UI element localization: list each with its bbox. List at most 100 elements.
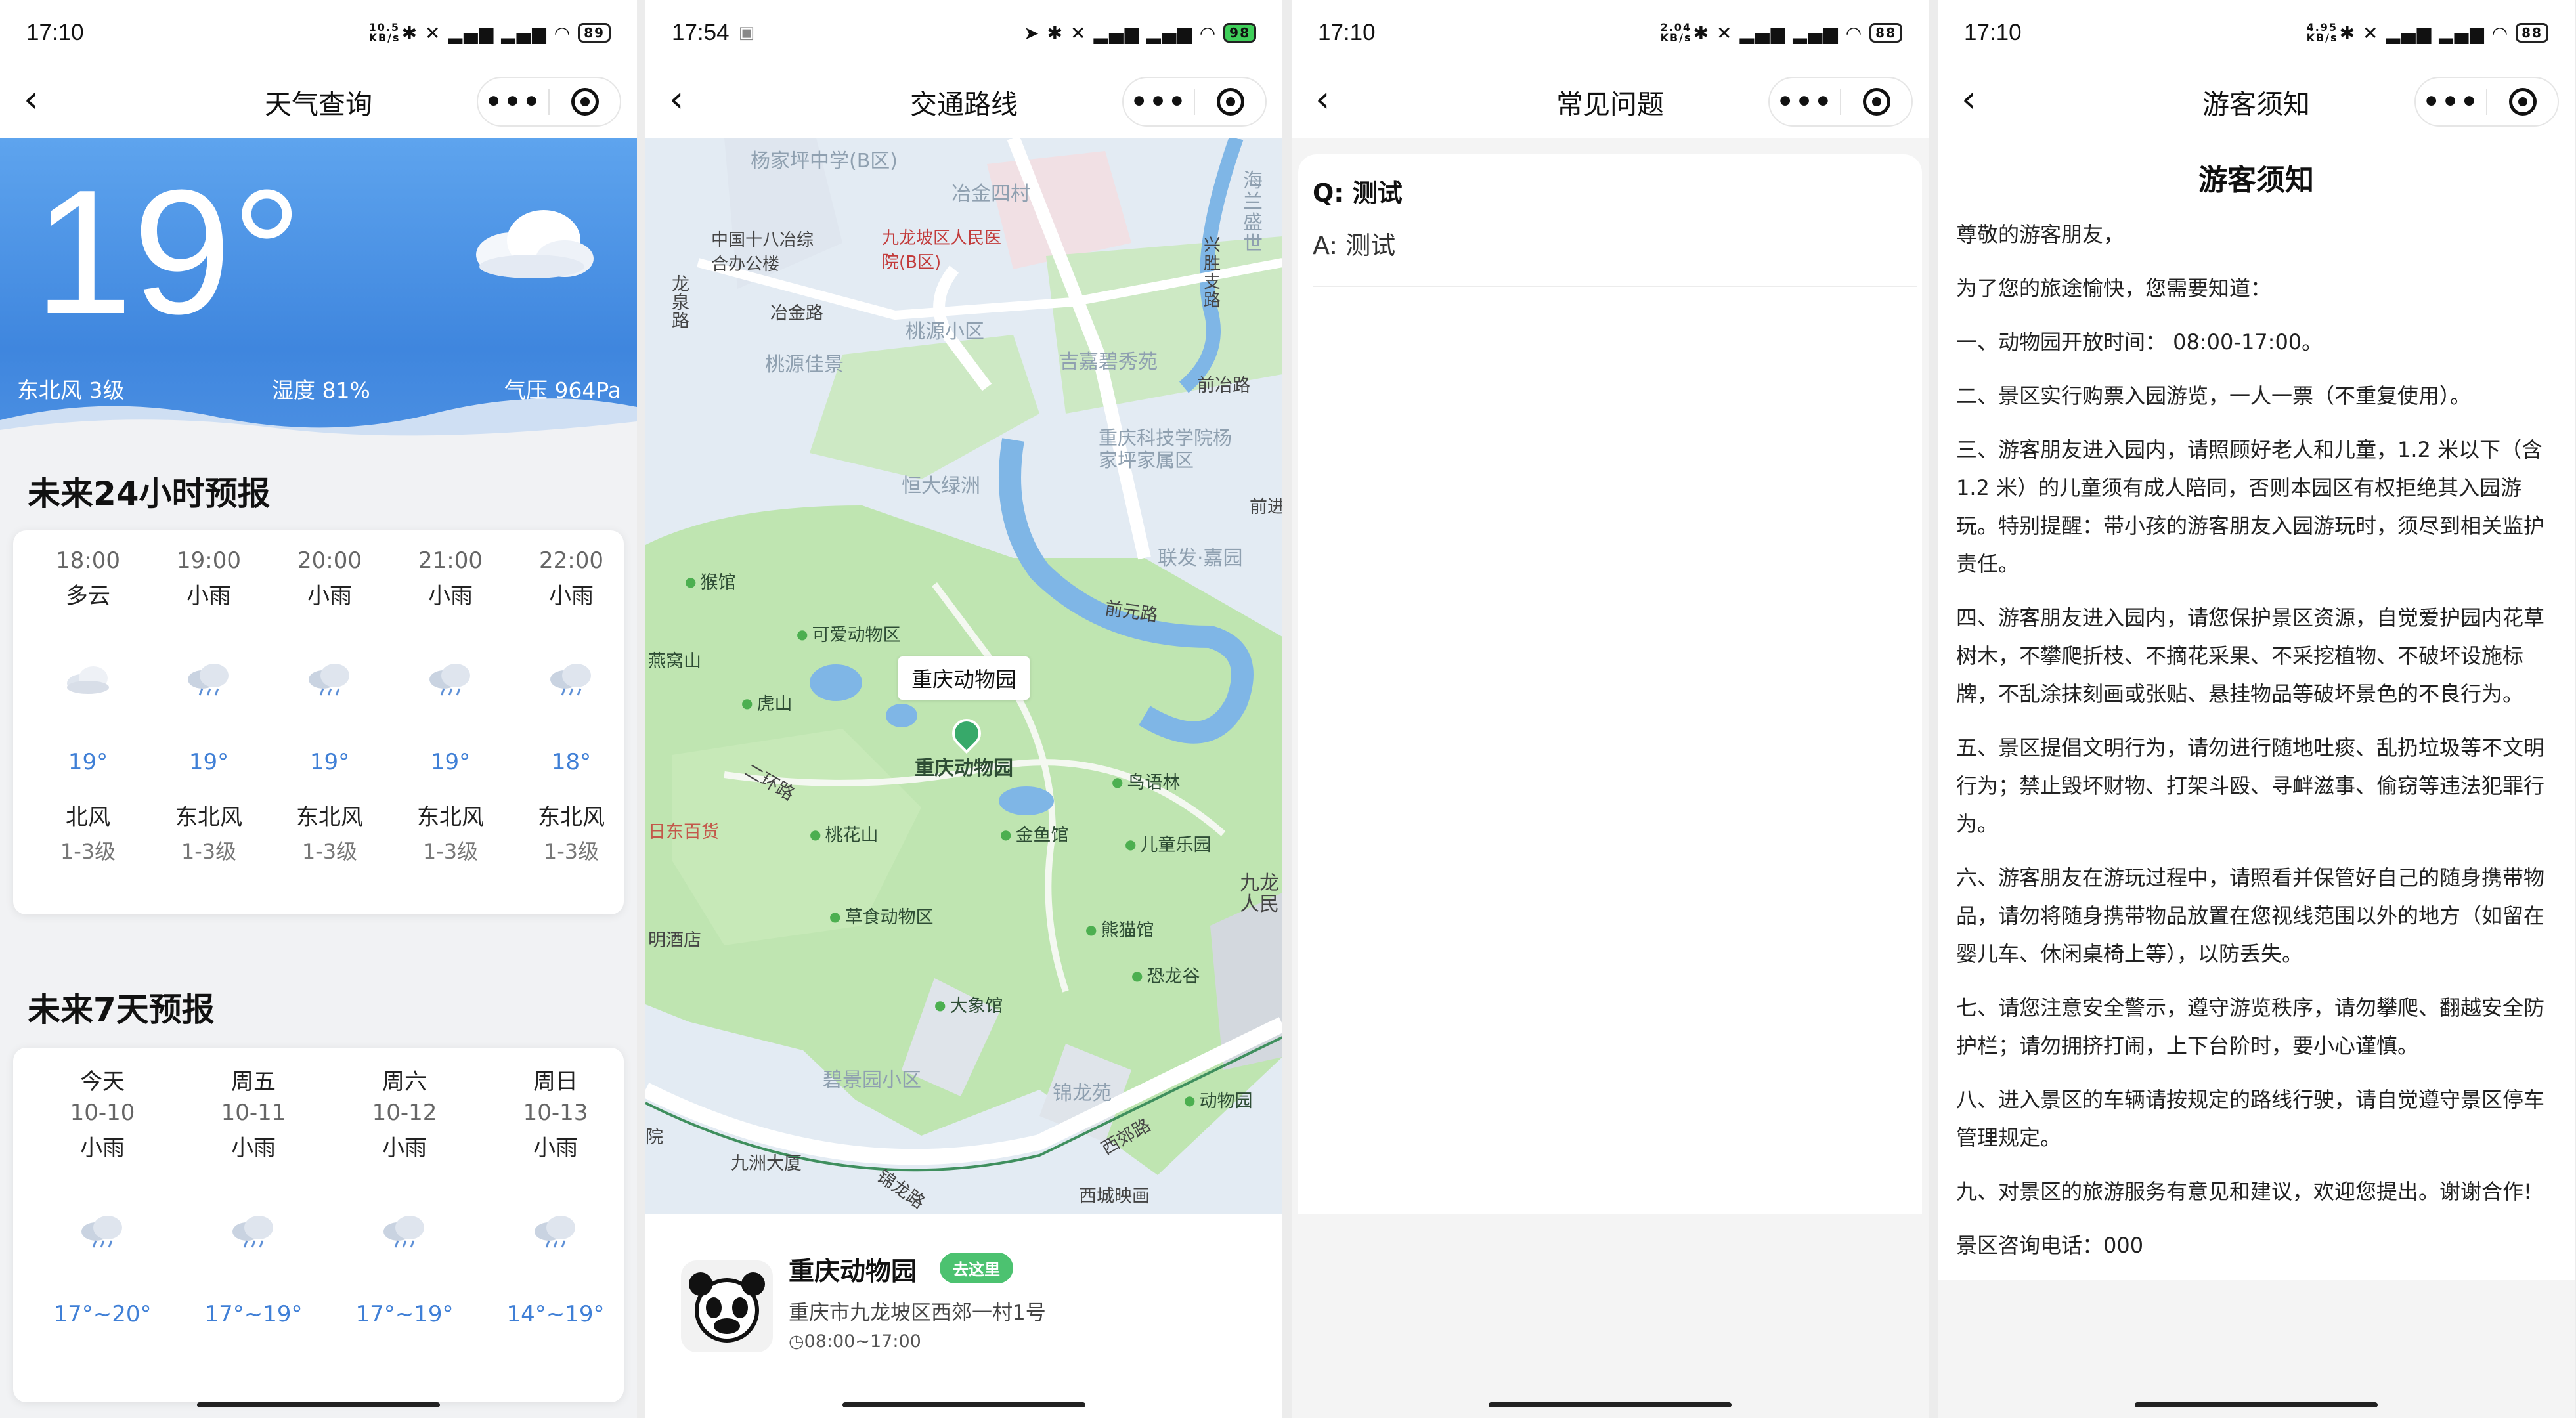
notice-paragraph: 五、景区提倡文明行为，请勿进行随地吐痰、乱扔垃圾等不文明行为；禁止毁坏财物、打架…	[1956, 735, 2545, 836]
nav-bar: ‹ 天气查询 •••	[0, 66, 637, 138]
back-arrow-icon[interactable]: ‹	[1961, 81, 1994, 118]
map-poi[interactable]: 虎山	[741, 689, 792, 715]
home-indicator[interactable]	[2135, 1402, 2378, 1407]
map-poi[interactable]: 动物园	[1184, 1086, 1252, 1112]
more-options-icon[interactable]: •••	[1124, 88, 1194, 116]
nav-bar: ‹ 常见问题 •••	[1292, 66, 1929, 138]
map-label: 九龙坡区人民医院(B区)	[882, 228, 1002, 272]
daily-condition: 小雨	[382, 1135, 427, 1161]
mute-icon: ✕	[1716, 22, 1734, 44]
close-miniprogram-icon[interactable]	[1195, 88, 1265, 116]
close-miniprogram-icon[interactable]	[550, 88, 620, 116]
faq-question[interactable]: Q: 测试	[1313, 173, 1403, 209]
map-label: 联发·嘉园	[1158, 547, 1243, 570]
notice-paragraph: 九、对景区的旅游服务有意见和建议，欢迎您提出。谢谢合作!	[1956, 1179, 2532, 1204]
daily-item: 今天 10-10 小雨 17°~20°	[43, 1048, 162, 1327]
signal-icon-2: ▂▄▆	[1793, 22, 1839, 44]
hourly-forecast-title: 未来24小时预报	[28, 475, 271, 513]
hourly-item: 20:00 小雨 19° 东北风 1-3级	[284, 530, 376, 865]
current-weather-hero: 19° 东北风 3级 湿度 81% 气压 964Pa	[0, 138, 637, 440]
map-label: 龙泉路	[672, 274, 689, 332]
back-arrow-icon[interactable]: ‹	[24, 81, 56, 118]
bluetooth-icon: ✱	[401, 22, 419, 44]
hourly-temp: 19°	[309, 749, 350, 775]
home-indicator[interactable]	[842, 1402, 1085, 1407]
map-poi[interactable]: 可爱动物区	[797, 620, 900, 646]
miniprogram-capsule: •••	[1768, 77, 1913, 127]
map-poi[interactable]: 金鱼馆	[1000, 821, 1068, 846]
daily-day: 今天	[80, 1069, 125, 1095]
network-speed: 10.5 KB/s	[368, 21, 401, 44]
signal-icon: ▂▄▆	[1093, 22, 1141, 44]
map-poi[interactable]: 恐龙谷	[1131, 962, 1200, 987]
route-screen: 17:54 ▣ ➤ ✱ ✕ ▂▄▆ ▂▄▆ ◠ 98 ‹ 交通路线 ••• 杨家…	[645, 0, 1282, 1418]
map-poi[interactable]: 大象馆	[934, 991, 1003, 1017]
back-arrow-icon[interactable]: ‹	[1315, 81, 1348, 118]
map-label: 九龙人民	[1240, 872, 1279, 916]
notice-paragraph: 七、请您注意安全警示，遵守游览秩序，请勿攀爬、翻越安全防护栏；请勿拥挤打闹，上下…	[1956, 995, 2545, 1058]
more-options-icon[interactable]: •••	[1770, 88, 1840, 116]
notice-content: 游客须知 尊敬的游客朋友， 为了您的旅途愉快，您需要知道： 一、动物园开放时间：…	[1938, 138, 2575, 1280]
daily-day: 周六	[382, 1069, 427, 1095]
daily-date: 10-13	[523, 1100, 588, 1126]
screens-container: 17:10 10.5 KB/s ✱ ✕ ▂▄▆ ▂▄▆ ◠ 89 ‹ 天气查询 …	[0, 0, 2576, 1418]
map-label: 锦龙苑	[1053, 1082, 1112, 1105]
map-poi[interactable]: 桃花山	[810, 821, 878, 846]
close-miniprogram-icon[interactable]	[2487, 88, 2558, 116]
back-arrow-icon[interactable]: ‹	[669, 81, 702, 118]
map-poi[interactable]: 熊猫馆	[1085, 916, 1154, 941]
map-label: 中国十八冶综合办公楼	[711, 230, 814, 274]
status-icons: ➤ ✱ ✕ ▂▄▆ ▂▄▆ ◠ 98	[1024, 22, 1256, 44]
status-time: 17:10	[1964, 20, 2022, 45]
map-label: 重庆动物园	[915, 757, 1013, 780]
hourly-wind-level: 1-3级	[301, 839, 358, 864]
map-poi[interactable]: 鸟语林	[1112, 768, 1180, 794]
close-miniprogram-icon[interactable]	[1841, 88, 1911, 116]
location-callout[interactable]: 重庆动物园	[898, 656, 1030, 700]
network-speed: 2.04 KB/s	[1660, 21, 1692, 44]
hourly-time: 19:00	[177, 548, 241, 574]
hourly-wind-dir: 东北风	[175, 804, 242, 830]
home-indicator[interactable]	[1489, 1402, 1732, 1407]
opening-hours: ◷08:00~17:00	[789, 1331, 921, 1352]
page-title: 游客须知	[2202, 89, 2310, 120]
more-options-icon[interactable]: •••	[2416, 88, 2486, 116]
daily-date: 10-10	[70, 1100, 135, 1126]
daily-temp-range: 17°~20°	[53, 1301, 152, 1327]
notice-paragraph: 一、动物园开放时间： 08:00-17:00。	[1956, 330, 2323, 354]
hourly-temp: 19°	[188, 749, 229, 775]
rain-cloud-icon	[429, 664, 470, 696]
home-indicator[interactable]	[197, 1402, 440, 1407]
more-options-icon[interactable]: •••	[478, 88, 548, 116]
notice-paragraph: 四、游客朋友进入园内，请您保护景区资源，自觉爱护园内花草树木，不攀爬折枝、不摘花…	[1956, 605, 2545, 706]
page-title: 常见问题	[1556, 89, 1664, 120]
place-address: 重庆市九龙坡区西郊一村1号	[789, 1301, 1046, 1325]
rain-cloud-icon	[81, 1216, 122, 1248]
hourly-wind-level: 1-3级	[543, 839, 600, 864]
battery-icon: 88	[1869, 23, 1902, 43]
navigate-button[interactable]: 去这里	[940, 1253, 1013, 1283]
app-notification-icon: ▣	[738, 23, 755, 43]
map-poi[interactable]: 草食动物区	[829, 903, 933, 928]
map-label: 海兰盛世	[1243, 169, 1263, 255]
rain-cloud-icon	[535, 1216, 575, 1248]
faq-list: Q: 测试 A: 测试	[1298, 154, 1922, 1214]
daily-temp-range: 17°~19°	[204, 1301, 303, 1327]
battery-icon: 88	[2516, 23, 2548, 43]
wifi-icon: ◠	[1199, 22, 1217, 44]
map-poi[interactable]: 猴馆	[685, 568, 735, 593]
notice-paragraph: 尊敬的游客朋友，	[1956, 222, 2125, 247]
map-label: 杨家坪中学(B区)	[751, 150, 898, 173]
map-view[interactable]: 杨家坪中学(B区) 冶金四村 中国十八冶综合办公楼 九龙坡区人民医院(B区) 冶…	[645, 138, 1282, 1214]
signal-icon-2: ▂▄▆	[2439, 22, 2485, 44]
daily-item: 周六 10-12 小雨 17°~19°	[345, 1048, 464, 1327]
map-label: 冶金四村	[951, 183, 1030, 205]
map-label: 明酒店	[648, 930, 701, 951]
visitor-notice-screen: 17:10 4.95 KB/s ✱ ✕ ▂▄▆ ▂▄▆ ◠ 88 ‹ 游客须知 …	[1938, 0, 2575, 1418]
cloud-icon	[67, 666, 109, 694]
weather-screen: 17:10 10.5 KB/s ✱ ✕ ▂▄▆ ▂▄▆ ◠ 89 ‹ 天气查询 …	[0, 0, 637, 1418]
daily-day: 周五	[231, 1069, 276, 1095]
map-poi[interactable]: 儿童乐园	[1125, 830, 1211, 856]
opening-hours-text: 08:00~17:00	[804, 1331, 921, 1352]
hourly-time: 21:00	[418, 548, 483, 574]
